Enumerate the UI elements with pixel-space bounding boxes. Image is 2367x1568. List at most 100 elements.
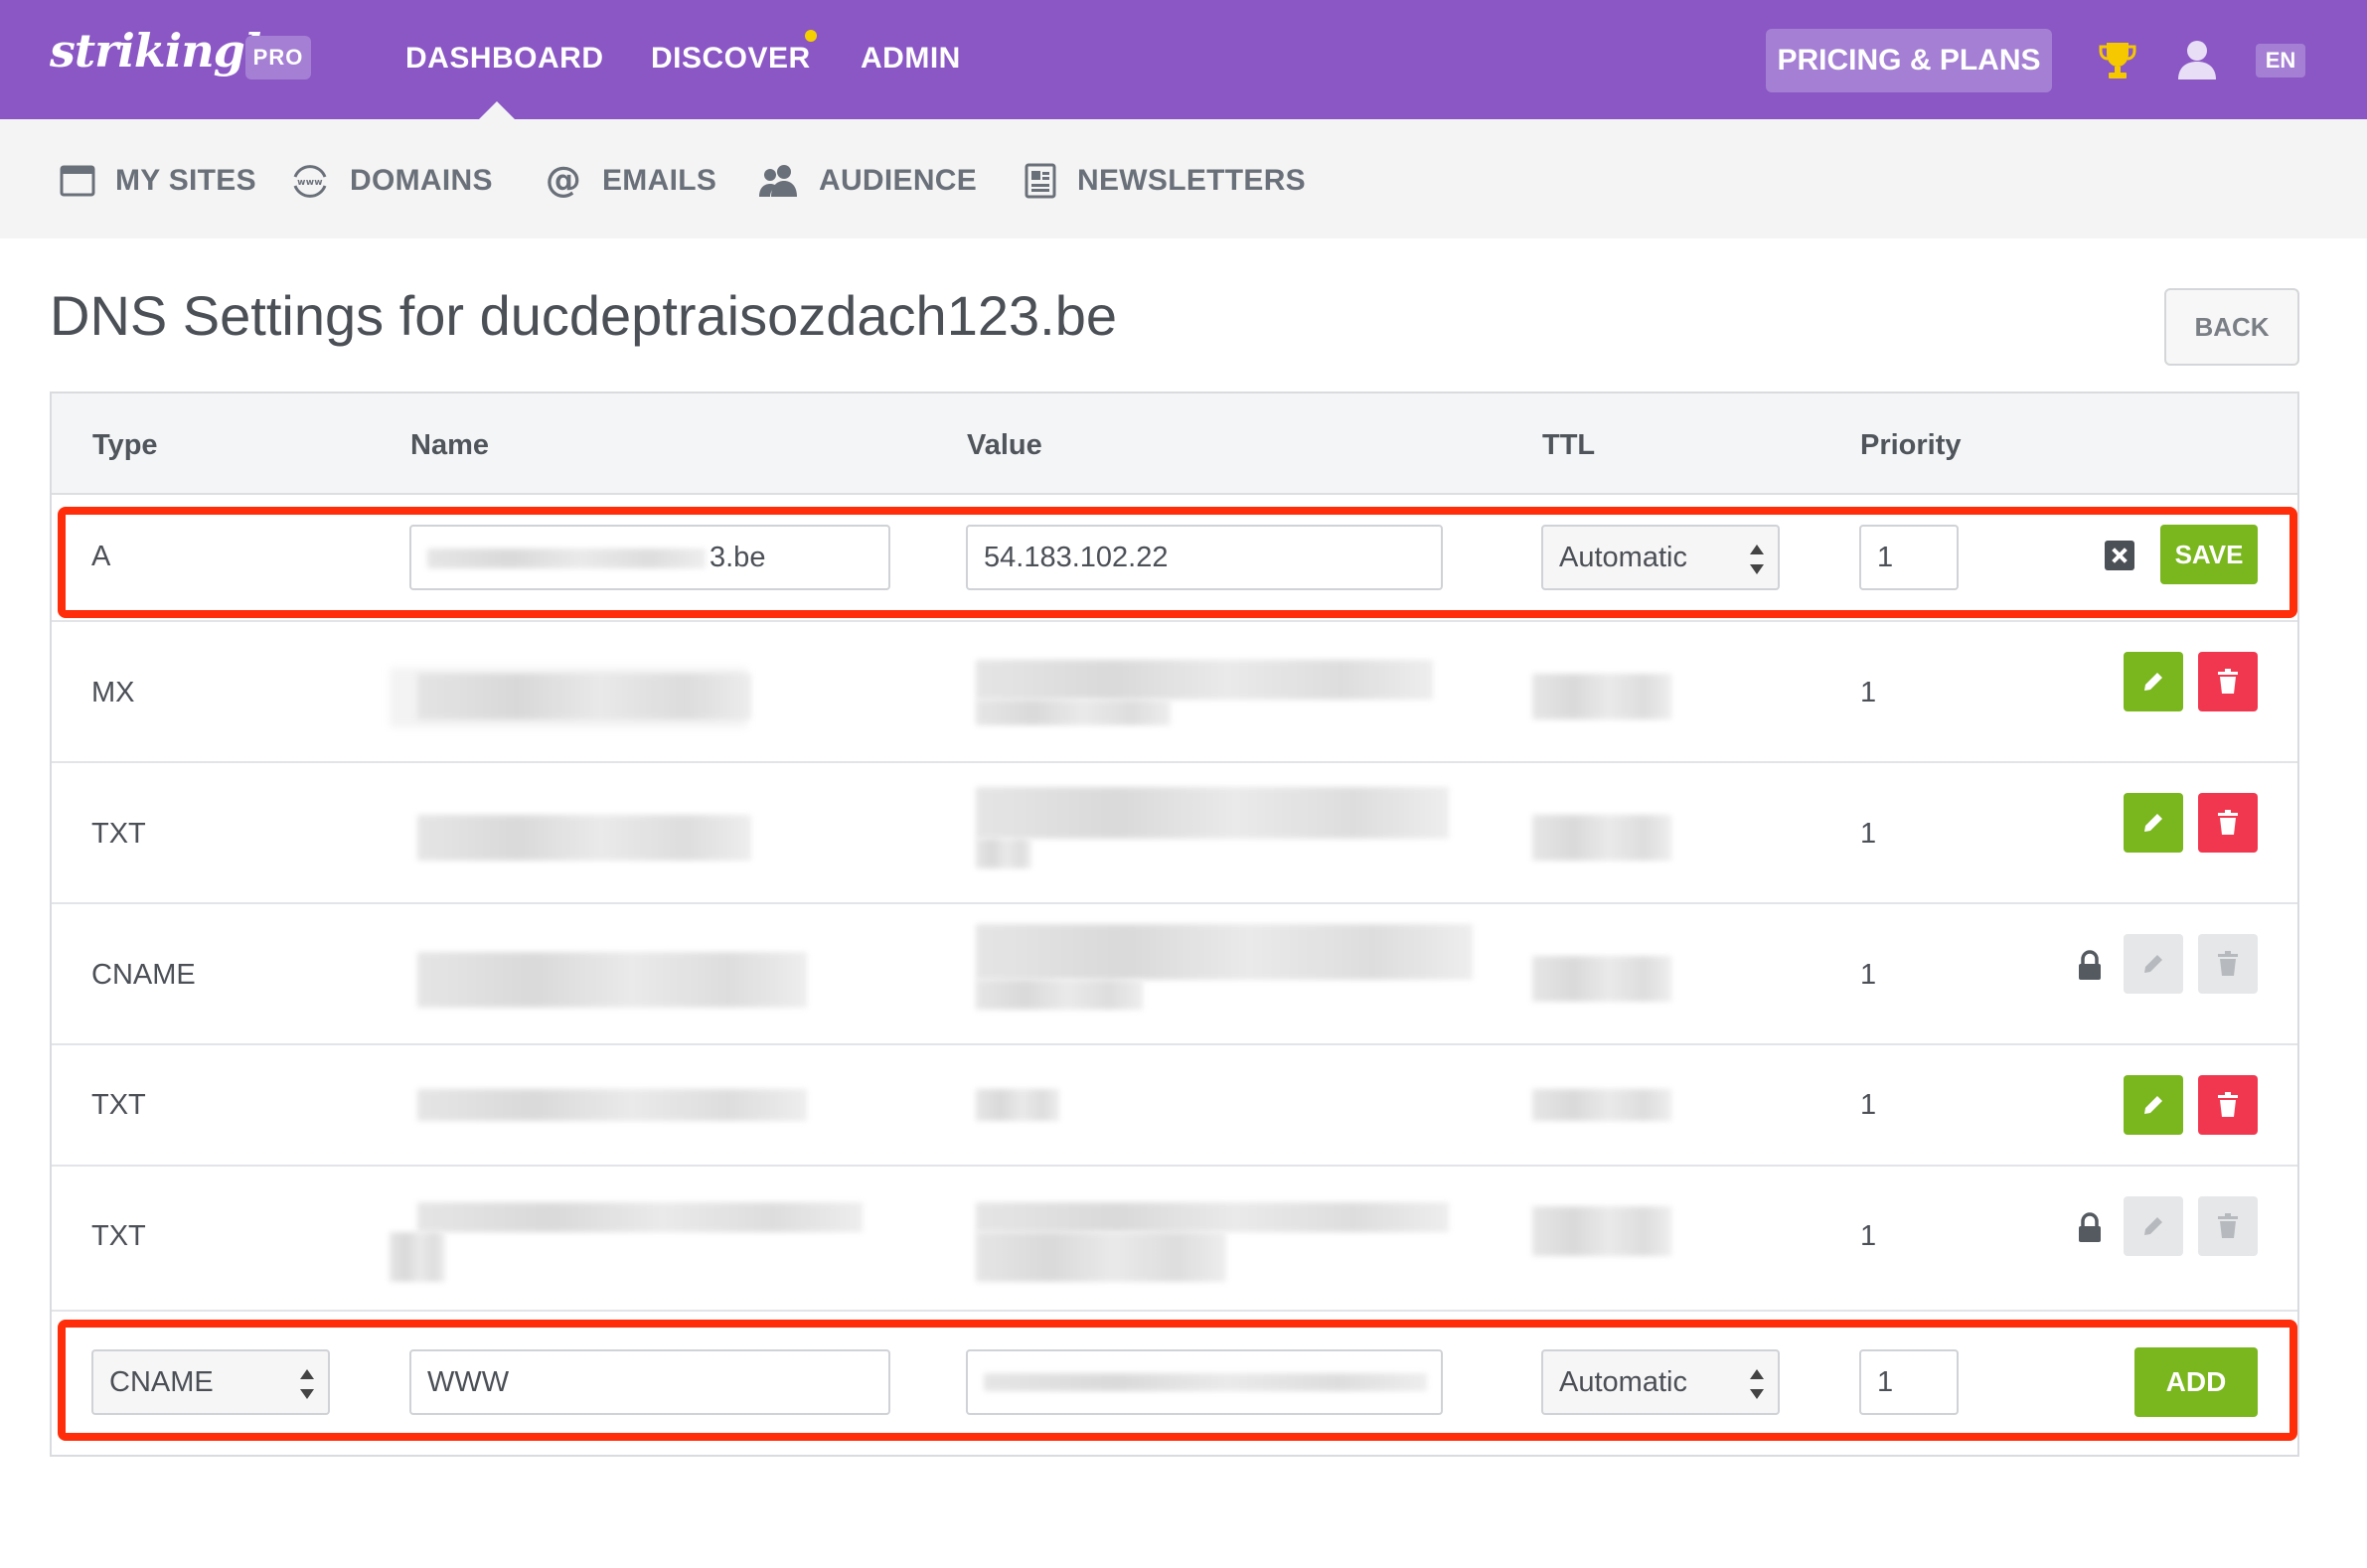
row-divider: [52, 1165, 2297, 1167]
pricing-plans-button[interactable]: PRICING & PLANS: [1766, 29, 2052, 92]
subnav-newsletters[interactable]: NEWSLETTERS: [1024, 159, 1306, 203]
table-header: Type Name Value TTL Priority: [52, 393, 2297, 495]
redacted-ttl: [1532, 815, 1671, 861]
add-button[interactable]: ADD: [2134, 1347, 2258, 1417]
row-5-type: TXT: [91, 1220, 146, 1252]
select-arrows-icon: [300, 1369, 314, 1399]
edit-name-input[interactable]: 3.be: [409, 525, 890, 590]
redacted-name: [417, 952, 807, 1008]
header-value: Value: [967, 429, 1042, 461]
add-value-input[interactable]: [966, 1349, 1443, 1415]
add-type-select[interactable]: CNAME: [91, 1349, 330, 1415]
edit-button[interactable]: [2124, 652, 2183, 711]
add-ttl-select[interactable]: Automatic: [1541, 1349, 1780, 1415]
language-selector[interactable]: EN: [2256, 44, 2305, 78]
redacted-name: [417, 674, 751, 719]
redacted-ttl: [1532, 674, 1671, 719]
subnav-emails[interactable]: @ EMAILS: [545, 159, 716, 203]
redacted-name: [417, 1202, 863, 1232]
select-arrows-icon: [1750, 545, 1764, 574]
sub-navbar: MY SITES www DOMAINS @ EMAILS AUDIENCE N…: [0, 119, 2367, 238]
redacted-value: [976, 839, 1031, 868]
subnav-my-sites[interactable]: MY SITES: [60, 159, 256, 203]
redacted-value: [976, 1089, 1059, 1121]
add-type-value: CNAME: [109, 1366, 214, 1398]
subnav-audience-label: AUDIENCE: [819, 164, 978, 197]
row-2-priority: 1: [1860, 818, 1877, 850]
top-navbar: strikingly PRO DASHBOARD DISCOVER ADMIN …: [0, 0, 2367, 119]
delete-button[interactable]: [2198, 652, 2258, 711]
pencil-icon: [2144, 955, 2162, 973]
subnav-domains-label: DOMAINS: [350, 164, 493, 197]
row-divider: [52, 1310, 2297, 1312]
lock-icon: [2079, 950, 2101, 980]
delete-button-disabled[interactable]: [2198, 1196, 2258, 1256]
edit-ttl-value: Automatic: [1559, 542, 1687, 573]
row-1-type: MX: [91, 677, 135, 708]
subnav-audience[interactable]: AUDIENCE: [757, 159, 977, 203]
trash-icon: [2218, 1092, 2238, 1117]
back-button[interactable]: BACK: [2164, 288, 2299, 366]
pencil-icon: [2144, 1096, 2162, 1114]
row-divider: [52, 761, 2297, 763]
edit-name-suffix: 3.be: [710, 542, 766, 573]
people-icon: [759, 165, 797, 197]
delete-button-disabled[interactable]: [2198, 934, 2258, 994]
nav-dashboard[interactable]: DASHBOARD: [405, 42, 604, 76]
header-ttl: TTL: [1542, 429, 1596, 461]
svg-text:www: www: [297, 178, 323, 188]
edit-button[interactable]: [2124, 793, 2183, 853]
delete-button[interactable]: [2198, 793, 2258, 853]
svg-text:@: @: [546, 162, 581, 200]
user-icon[interactable]: [2176, 40, 2218, 79]
edit-ttl-select[interactable]: Automatic: [1541, 525, 1780, 590]
pencil-icon: [2144, 673, 2162, 691]
add-priority-input[interactable]: 1: [1859, 1349, 1959, 1415]
row-4-priority: 1: [1860, 1089, 1877, 1121]
page-title: DNS Settings for ducdeptraisozdach123.be: [50, 284, 1117, 347]
at-sign-icon: @: [546, 162, 581, 200]
row-4-type: TXT: [91, 1089, 146, 1121]
row-divider: [52, 1043, 2297, 1045]
edit-row-type: A: [91, 541, 111, 572]
redacted-value: [976, 1232, 1226, 1282]
select-arrows-icon: [1750, 1369, 1764, 1399]
row-3-priority: 1: [1860, 959, 1877, 991]
nav-admin[interactable]: ADMIN: [861, 42, 961, 76]
redacted-value: [976, 700, 1171, 725]
redacted-ttl: [1532, 956, 1671, 1002]
trash-icon: [2218, 951, 2238, 976]
pencil-icon: [2144, 814, 2162, 832]
subnav-domains[interactable]: www DOMAINS: [290, 159, 493, 203]
www-globe-icon: www: [293, 165, 327, 198]
redacted-ttl: [1532, 1089, 1671, 1121]
browser-window-icon: [60, 165, 95, 197]
notification-dot: [805, 30, 817, 42]
header-type: Type: [92, 429, 158, 461]
edit-button-disabled[interactable]: [2124, 1196, 2183, 1256]
row-3-type: CNAME: [91, 959, 196, 991]
edit-value-input[interactable]: 54.183.102.22: [966, 525, 1443, 590]
nav-discover[interactable]: DISCOVER: [651, 42, 811, 76]
header-name: Name: [410, 429, 489, 461]
trophy-icon[interactable]: [2098, 40, 2137, 81]
pencil-icon: [2144, 1217, 2162, 1235]
lock-icon: [2079, 1212, 2101, 1242]
save-button[interactable]: SAVE: [2160, 525, 2258, 584]
edit-priority-input[interactable]: 1: [1859, 525, 1959, 590]
trash-icon: [2218, 669, 2238, 694]
add-ttl-value: Automatic: [1559, 1366, 1687, 1398]
redacted-value: [976, 980, 1143, 1010]
edit-button-disabled[interactable]: [2124, 934, 2183, 994]
add-name-input[interactable]: WWW: [409, 1349, 890, 1415]
row-5-priority: 1: [1860, 1220, 1877, 1252]
redacted-ttl: [1532, 1206, 1671, 1256]
edit-button[interactable]: [2124, 1075, 2183, 1135]
cancel-edit-icon[interactable]: [2105, 541, 2134, 570]
delete-button[interactable]: [2198, 1075, 2258, 1135]
row-divider: [52, 620, 2297, 622]
newsletter-icon: [1025, 163, 1056, 199]
row-divider: [52, 902, 2297, 904]
subnav-my-sites-label: MY SITES: [115, 164, 256, 197]
subnav-emails-label: EMAILS: [602, 164, 717, 197]
